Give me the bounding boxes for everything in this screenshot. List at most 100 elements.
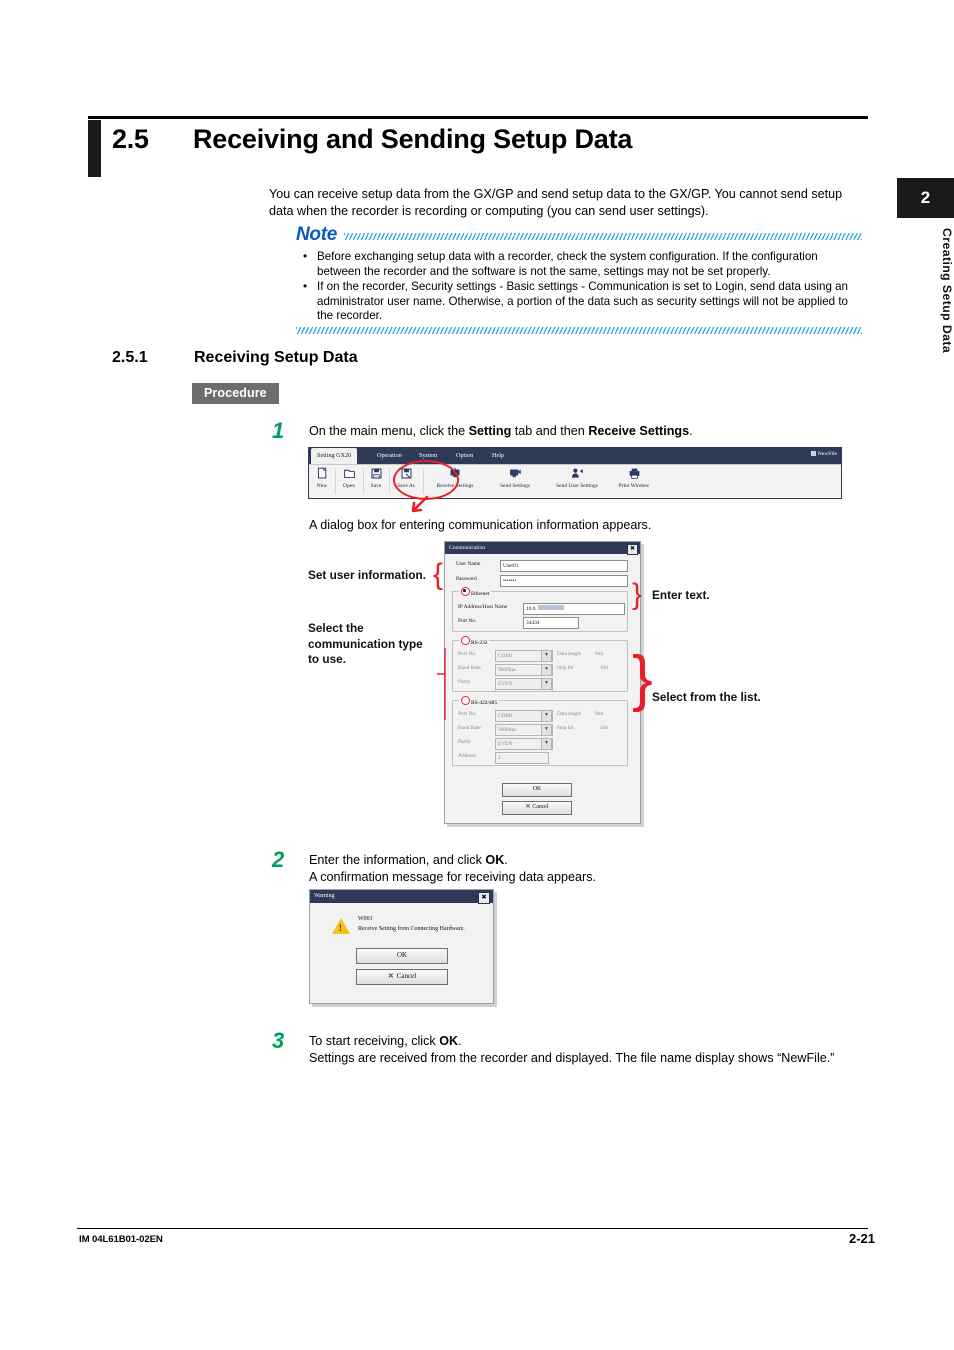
app-window-screenshot: Setting GX20 Operation System Option Hel… [308, 447, 842, 499]
rs232-parity-label: Parity [458, 679, 471, 685]
subsection-title: Receiving Setup Data [194, 349, 358, 366]
rs422-parity-value: EVEN [498, 741, 513, 747]
rs232-radio-icon[interactable] [461, 636, 470, 645]
tab-system[interactable]: System [419, 448, 437, 464]
ethernet-group-label[interactable]: Ethernet [459, 587, 492, 597]
ip-address-input[interactable]: 10.0. [523, 603, 625, 615]
note-label: Note [296, 224, 338, 245]
callout-comm-line3: to use. [308, 652, 347, 666]
rs232-stop-bit-label: Stop bit [557, 665, 574, 671]
rs422-parity-select[interactable]: EVEN ▼ [495, 738, 553, 750]
rs422-stop-bit-label: Stop bit [557, 725, 574, 731]
chapter-label: Creating Setup Data [940, 228, 954, 354]
user-name-input[interactable]: User01 [500, 560, 628, 572]
callout-enter-text: Enter text. [652, 588, 710, 602]
toolbar-new-button[interactable]: New [312, 467, 332, 489]
footer-document-id: IM 04L61B01-02EN [79, 1234, 163, 1245]
rs232-baud-select[interactable]: 9600bps ▼ [495, 664, 553, 676]
toolbar-save-button[interactable]: Save [366, 467, 386, 489]
new-document-icon [312, 467, 332, 482]
step-2-bold-ok: OK [485, 853, 505, 867]
rs232-data-length-value: 8bit [595, 651, 604, 657]
footer-page-number: 2-21 [848, 1231, 875, 1246]
rs232-parity-value: EVEN [498, 681, 513, 687]
toolbar-send-user-settings-button[interactable]: Send User Settings [545, 467, 609, 489]
toolbar-send-settings-button[interactable]: Send Settings [489, 467, 541, 489]
step-2-text: Enter the information, and click OK. A c… [309, 852, 854, 885]
brace-user-info: { [433, 558, 444, 591]
print-window-icon [613, 467, 655, 482]
close-icon[interactable]: ✖ [478, 892, 490, 904]
step-1-bold-receive: Receive Settings [588, 424, 690, 438]
ethernet-radio-icon[interactable] [461, 587, 470, 596]
step-1-pre: On the main menu, click the [309, 424, 469, 438]
note-item-text: If on the recorder, Security settings - … [317, 280, 849, 323]
chevron-down-icon[interactable]: ▼ [541, 724, 552, 736]
note-item-text: Before exchanging setup data with a reco… [317, 250, 818, 278]
step-number-3: 3 [272, 1028, 285, 1053]
toolbar-receive-settings-button[interactable]: Receive Settings [426, 467, 484, 489]
bullet-glyph: • [303, 280, 308, 294]
close-icon[interactable]: ✖ [627, 543, 638, 555]
warning-ok-button[interactable]: OK [356, 948, 448, 964]
ip-redacted-mask [537, 605, 564, 610]
dialog-cancel-label: Cancel [532, 804, 549, 810]
rs422-baud-select[interactable]: 9600bps ▼ [495, 724, 553, 736]
password-input[interactable]: ••••••• [500, 575, 628, 587]
rs422-port-select[interactable]: COM1 ▼ [495, 710, 553, 722]
toolbar-open-button[interactable]: Open [338, 467, 360, 489]
toolbar-save-as-label: Save As [397, 483, 415, 489]
rs422-group-label[interactable]: RS-422/485 [459, 696, 500, 706]
section-number: 2.5 [112, 124, 149, 154]
dialog-cancel-button[interactable]: ✕ Cancel [502, 801, 572, 815]
tab-help[interactable]: Help [492, 448, 504, 464]
footer-rule [77, 1228, 868, 1229]
tab-setting-gx20[interactable]: Setting GX20 [311, 448, 358, 464]
warning-title-bar: Warning ✖ [310, 890, 493, 904]
password-row: Password ••••••• [452, 575, 633, 587]
callout-comm-line2: communication type [308, 636, 423, 651]
receive-settings-icon [426, 467, 484, 482]
chevron-down-icon[interactable]: ▼ [541, 710, 552, 722]
warning-code: W001 [358, 916, 373, 922]
toolbar-save-as-button[interactable]: Save As [392, 467, 420, 489]
rs422-parity-label: Parity [458, 739, 471, 745]
step-3-subtext: Settings are received from the recorder … [309, 1050, 835, 1065]
step-1-bold-setting: Setting [468, 424, 512, 438]
page-title: Receiving and Sending Setup Data [193, 124, 633, 154]
dialog-caption: A dialog box for entering communication … [309, 518, 652, 532]
eth-port-input[interactable]: 34434 [523, 617, 579, 629]
rs232-parity-select[interactable]: EVEN ▼ [495, 678, 553, 690]
step-2-subtext: A confirmation message for receiving dat… [309, 869, 597, 884]
chevron-down-icon[interactable]: ▼ [541, 650, 552, 662]
tab-option[interactable]: Option [456, 448, 473, 464]
rs232-group-label[interactable]: RS-232 [459, 636, 490, 646]
rs422-radio-icon[interactable] [461, 696, 470, 705]
app-toolbar: New Open Save Save As Receive Settings S… [309, 464, 841, 498]
toolbar-save-label: Save [370, 483, 382, 489]
send-user-settings-icon [545, 467, 609, 482]
rs422-port-value: COM1 [498, 713, 513, 719]
note-block: Note • Before exchanging setup data with… [296, 224, 862, 335]
toolbar-new-label: New [316, 483, 328, 489]
note-item: • If on the recorder, Security settings … [296, 280, 862, 324]
save-as-disk-icon [392, 467, 420, 482]
rs232-port-select[interactable]: COM1 ▼ [495, 650, 553, 662]
callout-select-from-list: Select from the list. [652, 690, 761, 704]
callout-select-communication-type: Select the communication type to use. [308, 621, 438, 668]
step-1-post: . [689, 424, 693, 438]
user-name-label: User Name [456, 561, 481, 567]
chevron-down-icon[interactable]: ▼ [541, 678, 552, 690]
warning-cancel-button[interactable]: ✕ Cancel [356, 969, 448, 985]
rs422-address-input[interactable]: 1 [495, 752, 549, 764]
rs422-data-length-value: 8bit [595, 711, 604, 717]
toolbar-print-window-button[interactable]: Print Window [613, 467, 655, 489]
callout-comm-connector-line [437, 646, 447, 727]
chapter-tab: 2 [897, 178, 954, 218]
chevron-down-icon[interactable]: ▼ [541, 738, 552, 750]
tab-operation[interactable]: Operation [377, 448, 402, 464]
chevron-down-icon[interactable]: ▼ [541, 664, 552, 676]
toolbar-separator [363, 468, 364, 494]
brace-select-list: } [632, 644, 653, 713]
dialog-ok-button[interactable]: OK [502, 783, 572, 797]
